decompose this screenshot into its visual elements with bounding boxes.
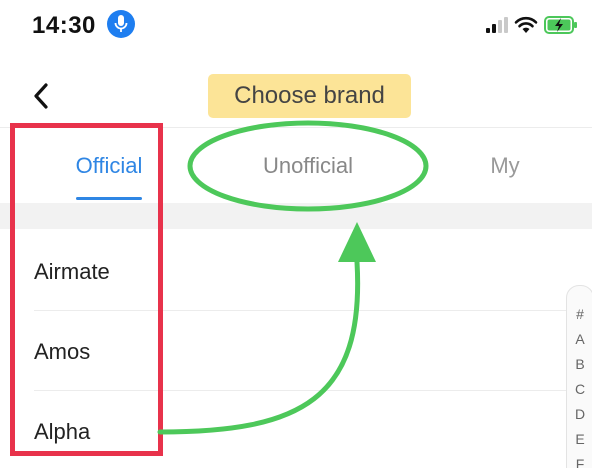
status-time: 14:30: [32, 12, 96, 39]
alphabet-index[interactable]: # A B C D E F: [566, 285, 592, 468]
row-divider: [34, 390, 566, 391]
tab-my[interactable]: My: [470, 151, 540, 181]
microphone-icon: [107, 10, 135, 38]
index-letter[interactable]: B: [567, 356, 592, 372]
index-letter[interactable]: #: [567, 306, 592, 322]
brand-item-amos[interactable]: Amos: [0, 312, 566, 391]
nav-divider: [0, 127, 592, 128]
back-button[interactable]: [26, 78, 58, 114]
status-icons: [486, 14, 578, 36]
index-letter[interactable]: A: [567, 331, 592, 347]
brand-label: Alpha: [34, 419, 91, 444]
battery-charging-icon: [544, 16, 577, 34]
brand-label: Airmate: [34, 259, 110, 284]
section-separator: [0, 203, 592, 229]
active-tab-indicator: [76, 197, 142, 200]
index-letter[interactable]: C: [567, 381, 592, 397]
page-title: Choose brand: [208, 74, 411, 118]
brand-item-airmate[interactable]: Airmate: [0, 232, 566, 311]
row-divider: [34, 310, 566, 311]
brand-label: Amos: [34, 339, 91, 364]
wifi-icon: [514, 16, 538, 33]
index-letter[interactable]: F: [567, 456, 592, 468]
brand-item-alpha[interactable]: Alpha: [0, 392, 566, 468]
index-letter[interactable]: D: [567, 406, 592, 422]
signal-icon: [486, 17, 508, 33]
index-letter[interactable]: E: [567, 431, 592, 447]
choose-brand-screen: 14:30 Choose brand Official Unofficial M…: [0, 0, 592, 468]
tab-official[interactable]: Official: [58, 151, 160, 181]
chevron-left-icon: [34, 83, 48, 109]
tab-unofficial[interactable]: Unofficial: [240, 151, 376, 181]
